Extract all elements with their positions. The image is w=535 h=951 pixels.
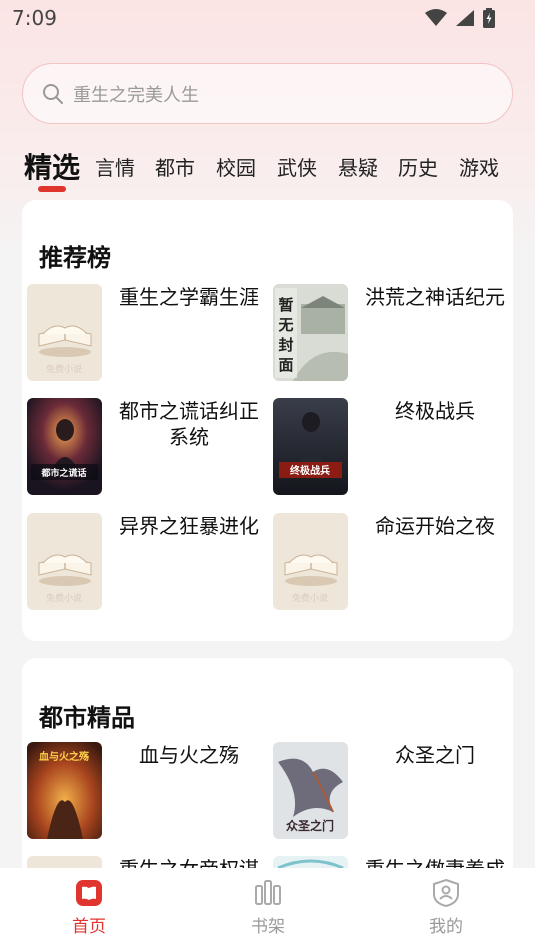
cover-watermark: 免费小说 xyxy=(292,592,328,604)
tab-active-indicator xyxy=(38,186,66,192)
tab-history[interactable]: 历史 xyxy=(398,152,438,181)
book-item[interactable]: 免费小说 重生之学霸生涯 xyxy=(22,284,267,384)
nav-bookshelf-label: 书架 xyxy=(251,917,285,937)
default-cover-image: 免费小说 xyxy=(273,513,348,610)
svg-text:众圣之门: 众圣之门 xyxy=(286,818,334,833)
nav-profile[interactable]: 我的 xyxy=(406,878,486,937)
book-item[interactable]: 都市之谎话 都市之谎话纠正系统 xyxy=(22,398,267,498)
book-title: 终极战兵 xyxy=(395,399,475,423)
book-title: 重生之学霸生涯 xyxy=(119,285,259,309)
battery-icon xyxy=(483,8,495,28)
default-cover-image: 免费小说 xyxy=(27,284,102,381)
fire-cover-image: 血与火之殇 xyxy=(27,742,102,839)
svg-text:终极战兵: 终极战兵 xyxy=(290,464,330,477)
book-title: 异界之狂暴进化 xyxy=(119,514,259,538)
nav-bookshelf[interactable]: 书架 xyxy=(228,878,308,937)
search-icon xyxy=(43,83,63,104)
profile-shield-icon xyxy=(433,878,459,908)
category-tabs: 精选 言情 都市 校园 武侠 悬疑 历史 游戏 xyxy=(0,140,535,190)
book-title: 众圣之门 xyxy=(395,743,475,767)
book-item[interactable]: 众圣之门 众圣之门 xyxy=(268,742,513,842)
search-input[interactable]: 重生之完美人生 xyxy=(22,63,513,124)
cover-watermark: 免费小说 xyxy=(46,363,82,375)
svg-text:暂: 暂 xyxy=(278,296,293,314)
book-item[interactable]: 免费小说 命运开始之夜 xyxy=(268,513,513,613)
home-book-icon xyxy=(76,880,102,906)
book-item[interactable]: 血与火之殇 血与火之殇 xyxy=(22,742,267,842)
book-title: 命运开始之夜 xyxy=(375,514,495,538)
svg-text:都市之谎话: 都市之谎话 xyxy=(40,467,86,479)
book-item[interactable]: 暂 无 封 面 洪荒之神话纪元 xyxy=(268,284,513,384)
book-title: 洪荒之神话纪元 xyxy=(365,285,505,309)
wifi-icon xyxy=(425,9,447,26)
nav-home-label: 首页 xyxy=(72,917,106,937)
tab-mystery[interactable]: 悬疑 xyxy=(338,152,378,181)
dark-soldier-cover-image: 终极战兵 xyxy=(273,398,348,495)
dark-hero-cover-image: 都市之谎话 xyxy=(27,398,102,495)
tab-wuxia[interactable]: 武侠 xyxy=(277,152,317,181)
book-title: 血与火之殇 xyxy=(139,743,239,767)
signal-icon xyxy=(456,10,474,26)
bookshelf-icon xyxy=(255,880,281,905)
status-bar: 7:09 xyxy=(0,0,535,36)
nav-home[interactable]: 首页 xyxy=(49,878,129,937)
book-item[interactable]: 终极战兵 终极战兵 xyxy=(268,398,513,498)
default-cover-image: 免费小说 xyxy=(27,513,102,610)
tab-games[interactable]: 游戏 xyxy=(459,152,499,181)
svg-text:血与火之殇: 血与火之殇 xyxy=(39,750,89,763)
status-icons xyxy=(425,8,495,28)
no-cover-image: 暂 无 封 面 xyxy=(273,284,348,381)
cover-watermark: 免费小说 xyxy=(46,592,82,604)
book-title: 都市之谎话纠正系统 xyxy=(119,399,259,449)
bottom-nav: 首页 书架 我的 xyxy=(0,868,535,951)
svg-text:面: 面 xyxy=(278,356,293,374)
dragon-cover-image: 众圣之门 xyxy=(273,742,348,839)
section-recommend: 推荐榜 免费小说 重生之学霸生涯 暂 无 封 面 洪荒之神话纪元 都市之谎话 都… xyxy=(22,200,513,641)
tab-romance[interactable]: 言情 xyxy=(95,152,135,181)
tab-campus[interactable]: 校园 xyxy=(216,152,256,181)
svg-text:封: 封 xyxy=(278,336,293,354)
search-placeholder: 重生之完美人生 xyxy=(73,84,199,106)
svg-text:无: 无 xyxy=(277,316,293,334)
tab-urban[interactable]: 都市 xyxy=(155,152,195,181)
nav-profile-label: 我的 xyxy=(429,917,463,937)
section-title: 推荐榜 xyxy=(39,244,111,272)
section-title: 都市精品 xyxy=(39,704,135,732)
tab-featured[interactable]: 精选 xyxy=(24,146,80,186)
book-item[interactable]: 免费小说 异界之狂暴进化 xyxy=(22,513,267,613)
status-time: 7:09 xyxy=(12,6,57,30)
